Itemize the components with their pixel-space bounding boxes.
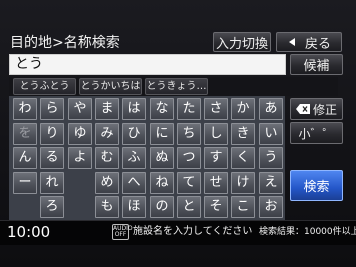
- kana-key[interactable]: こ: [231, 196, 255, 218]
- kana-key[interactable]: は: [122, 98, 146, 120]
- kana-key[interactable]: れ: [40, 172, 64, 194]
- kana-key[interactable]: な: [150, 98, 174, 120]
- kana-key[interactable]: せ: [204, 172, 228, 194]
- suggestion-item[interactable]: とうきょう…: [145, 78, 208, 95]
- kana-key[interactable]: お: [259, 196, 283, 218]
- result-count: 検索結果：10000件以上: [259, 227, 356, 237]
- kana-key[interactable]: よ: [68, 147, 92, 169]
- kana-key[interactable]: ん: [13, 147, 37, 169]
- kana-key[interactable]: ま: [95, 98, 119, 120]
- kana-key[interactable]: う: [259, 147, 283, 169]
- kana-key[interactable]: ふ: [122, 147, 146, 169]
- kana-key[interactable]: や: [68, 98, 92, 120]
- kana-key[interactable]: わ: [13, 98, 37, 120]
- small-dakuten-button[interactable]: 小゛゜: [290, 122, 343, 144]
- kana-key[interactable]: る: [40, 147, 64, 169]
- kana-key[interactable]: き: [231, 123, 255, 145]
- kana-key[interactable]: の: [150, 196, 174, 218]
- kana-key[interactable]: と: [177, 196, 201, 218]
- kana-key[interactable]: む: [95, 147, 119, 169]
- kana-key[interactable]: へ: [122, 172, 146, 194]
- search-input[interactable]: とう: [9, 54, 286, 75]
- kana-key[interactable]: け: [231, 172, 255, 194]
- suggestion-item[interactable]: とうかいちは: [79, 78, 142, 95]
- kana-key[interactable]: く: [231, 147, 255, 169]
- kana-key[interactable]: さ: [204, 98, 228, 120]
- kana-key[interactable]: め: [95, 172, 119, 194]
- kana-key[interactable]: ろ: [40, 196, 64, 218]
- kana-key[interactable]: す: [204, 147, 228, 169]
- kana-key[interactable]: か: [231, 98, 255, 120]
- audio-off-icon: AUDIO OFF: [113, 225, 133, 238]
- candidates-button[interactable]: 候補: [290, 54, 343, 75]
- kana-key[interactable]: い: [259, 123, 283, 145]
- kana-key[interactable]: り: [40, 123, 64, 145]
- kana-key[interactable]: ゆ: [68, 123, 92, 145]
- kana-key[interactable]: も: [95, 196, 119, 218]
- kana-key[interactable]: を: [13, 123, 37, 145]
- kana-key[interactable]: ほ: [122, 196, 146, 218]
- kana-key[interactable]: つ: [177, 147, 201, 169]
- kana-key[interactable]: ね: [150, 172, 174, 194]
- kana-key[interactable]: あ: [259, 98, 283, 120]
- back-arrow-icon: [288, 38, 295, 46]
- correct-button[interactable]: 修正: [290, 98, 343, 120]
- suggestion-item[interactable]: とうふとう: [13, 78, 76, 95]
- back-button-label: 戻る: [304, 36, 331, 52]
- page-title: 目的地>名称検索: [10, 35, 120, 51]
- screen: 目的地>名称検索 入力切換 戻る とう 候補 とうふとう とうかいちは とうきょ…: [0, 0, 356, 267]
- input-switch-button[interactable]: 入力切換: [213, 32, 271, 52]
- backspace-icon: [295, 104, 310, 114]
- clock: 10:00: [7, 223, 51, 241]
- hint-text: 施設名を入力してください: [133, 226, 253, 237]
- kana-key[interactable]: ら: [40, 98, 64, 120]
- kana-key[interactable]: た: [177, 98, 201, 120]
- kana-key[interactable]: に: [150, 123, 174, 145]
- kana-key[interactable]: て: [177, 172, 201, 194]
- kana-key[interactable]: ぬ: [150, 147, 174, 169]
- kana-key[interactable]: そ: [204, 196, 228, 218]
- back-button[interactable]: 戻る: [276, 32, 342, 52]
- audio-off-badge[interactable]: AUDIO OFF: [112, 224, 133, 240]
- correct-button-label: 修正: [312, 102, 337, 117]
- kana-key[interactable]: み: [95, 123, 119, 145]
- kana-key[interactable]: ひ: [122, 123, 146, 145]
- kana-key[interactable]: し: [204, 123, 228, 145]
- search-button[interactable]: 検索: [290, 170, 343, 201]
- kana-key[interactable]: ー: [13, 172, 37, 194]
- kana-key[interactable]: ち: [177, 123, 201, 145]
- kana-key[interactable]: え: [259, 172, 283, 194]
